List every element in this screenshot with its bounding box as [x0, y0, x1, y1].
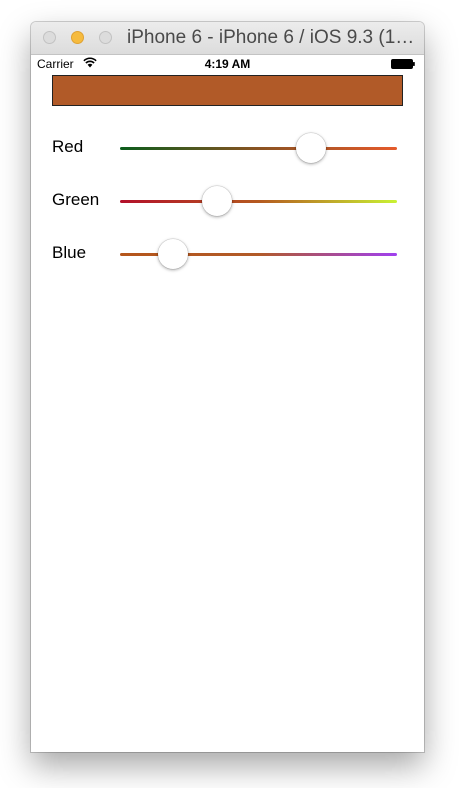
title-bar[interactable]: iPhone 6 - iPhone 6 / iOS 9.3 (1… — [31, 22, 424, 55]
slider-thumb-green[interactable] — [201, 186, 232, 216]
minimize-window-button[interactable] — [71, 31, 84, 44]
zoom-window-button[interactable] — [99, 31, 112, 44]
close-window-button[interactable] — [43, 31, 56, 44]
color-preview — [52, 75, 403, 106]
simulator-window: iPhone 6 - iPhone 6 / iOS 9.3 (1… Carrie… — [31, 22, 424, 752]
slider-label-red: Red — [52, 137, 84, 156]
slider-label-blue: Blue — [52, 243, 87, 262]
window-title: iPhone 6 - iPhone 6 / iOS 9.3 (1… — [127, 27, 415, 48]
status-time: 4:19 AM — [204, 57, 251, 71]
slider-thumb-red[interactable] — [296, 133, 327, 163]
ios-status-bar: Carrier 4:19 AM — [31, 55, 424, 73]
slider-thumb-blue[interactable] — [157, 239, 188, 269]
slider-track-green[interactable] — [120, 200, 397, 203]
battery-icon — [391, 59, 415, 69]
slider-label-green: Green — [52, 190, 100, 209]
slider-track-red[interactable] — [120, 147, 397, 150]
screen: iPhone 6 - iPhone 6 / iOS 9.3 (1… Carrie… — [0, 0, 459, 788]
